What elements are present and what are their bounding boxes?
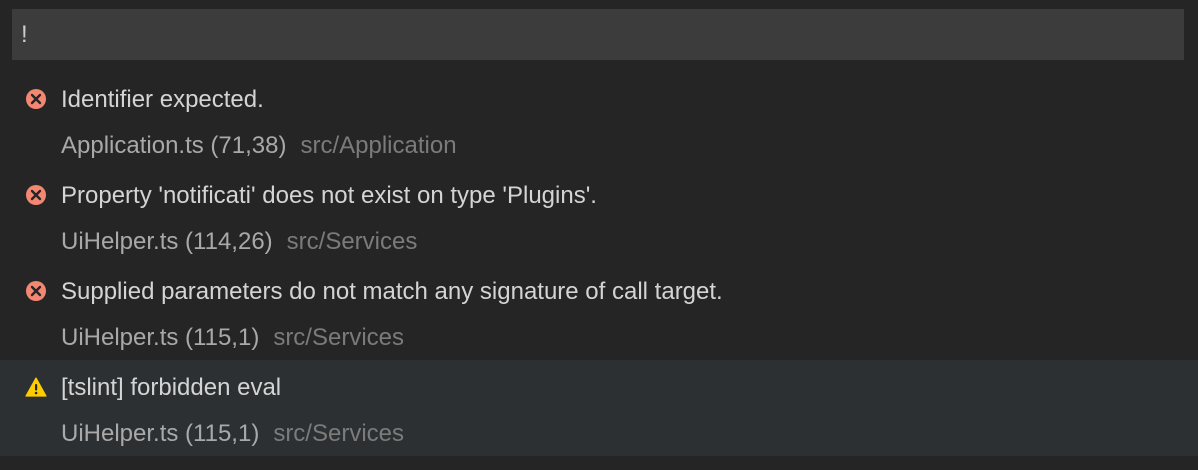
list-item[interactable]: Property 'notificati' does not exist on … [0,168,1198,264]
problem-file: UiHelper.ts (115,1) [61,324,260,351]
quick-open-panel: Identifier expected. Application.ts (71,… [0,0,1198,470]
list-item[interactable]: Supplied parameters do not match any sig… [0,264,1198,360]
problem-path: src/Services [273,420,404,447]
problem-path: src/Services [273,324,404,351]
quick-open-input[interactable] [21,9,1184,60]
warning-icon [25,377,47,397]
problem-path: src/Services [286,228,418,255]
problem-message: Supplied parameters do not match any sig… [61,278,723,305]
problem-location: UiHelper.ts (114,26) src/Services [61,226,417,258]
problem-location: UiHelper.ts (115,1) src/Services [61,418,404,450]
list-item[interactable]: Identifier expected. Application.ts (71,… [0,72,1198,168]
problem-message: [tslint] forbidden eval [61,374,282,401]
problem-path: src/Application [300,132,457,159]
error-icon [26,185,46,205]
error-icon [26,281,46,301]
problem-file: UiHelper.ts (115,1) [61,420,260,447]
problem-message: Identifier expected. [61,86,264,113]
problem-location: Application.ts (71,38) src/Application [61,130,457,162]
problem-location: UiHelper.ts (115,1) src/Services [61,322,404,354]
problems-list: Identifier expected. Application.ts (71,… [0,72,1198,456]
problem-file: UiHelper.ts (114,26) [61,228,273,255]
quick-open-input-box[interactable] [12,9,1184,60]
error-icon [26,89,46,109]
problem-file: Application.ts (71,38) [61,132,287,159]
list-item-selected[interactable]: [tslint] forbidden eval UiHelper.ts (115… [0,360,1198,456]
problem-message: Property 'notificati' does not exist on … [61,182,597,209]
